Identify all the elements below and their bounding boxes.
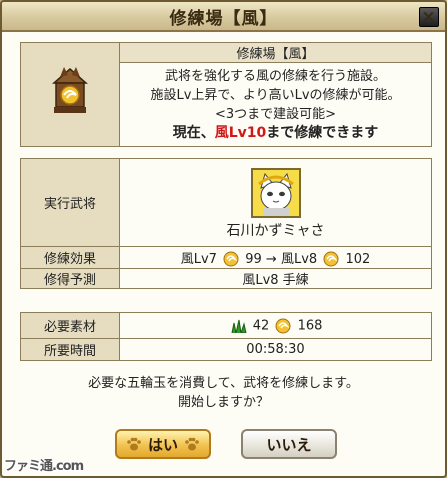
- wind-orb-icon: [275, 318, 291, 333]
- confirm-message-line: 必要な五輪玉を消費して、武将を修練します。: [88, 376, 359, 391]
- general-label: 実行武将: [43, 197, 96, 212]
- effect-label-cell: 修練効果: [20, 246, 120, 269]
- grass-icon: [231, 319, 247, 333]
- forecast-label-cell: 修得予測: [20, 268, 120, 289]
- effect-from-level: 風Lv7: [180, 251, 217, 267]
- status-prefix: 現在、: [172, 124, 215, 141]
- facility-desc-line: <3つまで建設可能>: [214, 106, 337, 122]
- facility-status-line: 現在、風Lv10まで修練できます: [124, 124, 427, 143]
- wind-orb-icon: [223, 251, 239, 267]
- watermark-logo: ファミ通.com: [4, 459, 84, 474]
- arrow-icon: →: [265, 251, 277, 267]
- facility-info-table: 修練場【風】 武将を強化する風の修練を行う施設。 施設Lv上昇で、より高いLvの…: [20, 42, 432, 147]
- general-label-cell: 実行武将: [20, 158, 120, 247]
- facility-name: 修練場【風】: [236, 47, 315, 62]
- wind-orb-icon: [323, 251, 339, 267]
- materials-label-cell: 必要素材: [20, 312, 120, 339]
- effect-to-value: 102: [345, 251, 371, 267]
- facility-description-cell: 武将を強化する風の修練を行う施設。 施設Lv上昇で、より高いLvの修練が可能。 …: [119, 62, 432, 147]
- training-detail-table: 実行武将 石川かずミャさ 修練効果 風Lv7 99 → 風Lv8 102 修得予…: [20, 158, 432, 289]
- general-cell[interactable]: 石川かずミャさ: [119, 158, 432, 247]
- status-suffix: まで修練できます: [266, 124, 379, 141]
- time-label-cell: 所要時間: [20, 338, 120, 361]
- yes-button[interactable]: はい: [115, 429, 211, 459]
- status-level: 風Lv10: [214, 124, 267, 141]
- close-button[interactable]: ×: [419, 7, 439, 27]
- paw-icon: [185, 437, 199, 451]
- time-cell: 00:58:30: [119, 338, 432, 361]
- cost-table: 必要素材 42 168 所要時間 00:58:30: [20, 312, 432, 361]
- no-button[interactable]: いいえ: [241, 429, 337, 459]
- wind-shrine-icon: [52, 66, 88, 113]
- general-name: 石川かずミャさ: [226, 222, 325, 239]
- facility-desc-line: 施設Lv上昇で、より高いLvの修練が可能。: [150, 87, 401, 103]
- effect-from-value: 99: [245, 251, 262, 267]
- effect-cell: 風Lv7 99 → 風Lv8 102: [119, 246, 432, 269]
- cat-general-portrait-icon: [252, 169, 299, 216]
- forecast-label: 修得予測: [43, 273, 96, 288]
- close-icon: ×: [421, 6, 437, 27]
- forecast-value: 風Lv8 手練: [242, 273, 309, 288]
- effect-to-level: 風Lv8: [280, 251, 318, 267]
- forecast-cell: 風Lv8 手練: [119, 268, 432, 289]
- dialog-title: 修練場【風】: [169, 8, 278, 29]
- dialog-window: 修練場【風】 × 修練場【風】 武将を強化する風の修練を行う施設。 施設Lv上昇…: [0, 0, 447, 478]
- no-button-label: いいえ: [266, 435, 312, 454]
- time-label: 所要時間: [43, 344, 96, 359]
- facility-icon-cell: [20, 42, 120, 147]
- effect-label: 修練効果: [43, 252, 96, 267]
- facility-name-cell: 修練場【風】: [119, 42, 432, 63]
- gorin-count: 168: [297, 318, 323, 333]
- confirm-question-line: 開始しますか？: [177, 395, 269, 410]
- materials-cell: 42 168: [119, 312, 432, 339]
- facility-desc-line: 武将を強化する風の修練を行う施設。: [164, 68, 386, 84]
- paw-icon: [127, 437, 141, 451]
- general-portrait[interactable]: [250, 167, 301, 218]
- grass-count: 42: [252, 318, 270, 333]
- title-bar: 修練場【風】 ×: [2, 2, 445, 32]
- materials-label: 必要素材: [43, 320, 96, 335]
- time-value: 00:58:30: [246, 342, 305, 357]
- yes-button-label: はい: [147, 435, 178, 454]
